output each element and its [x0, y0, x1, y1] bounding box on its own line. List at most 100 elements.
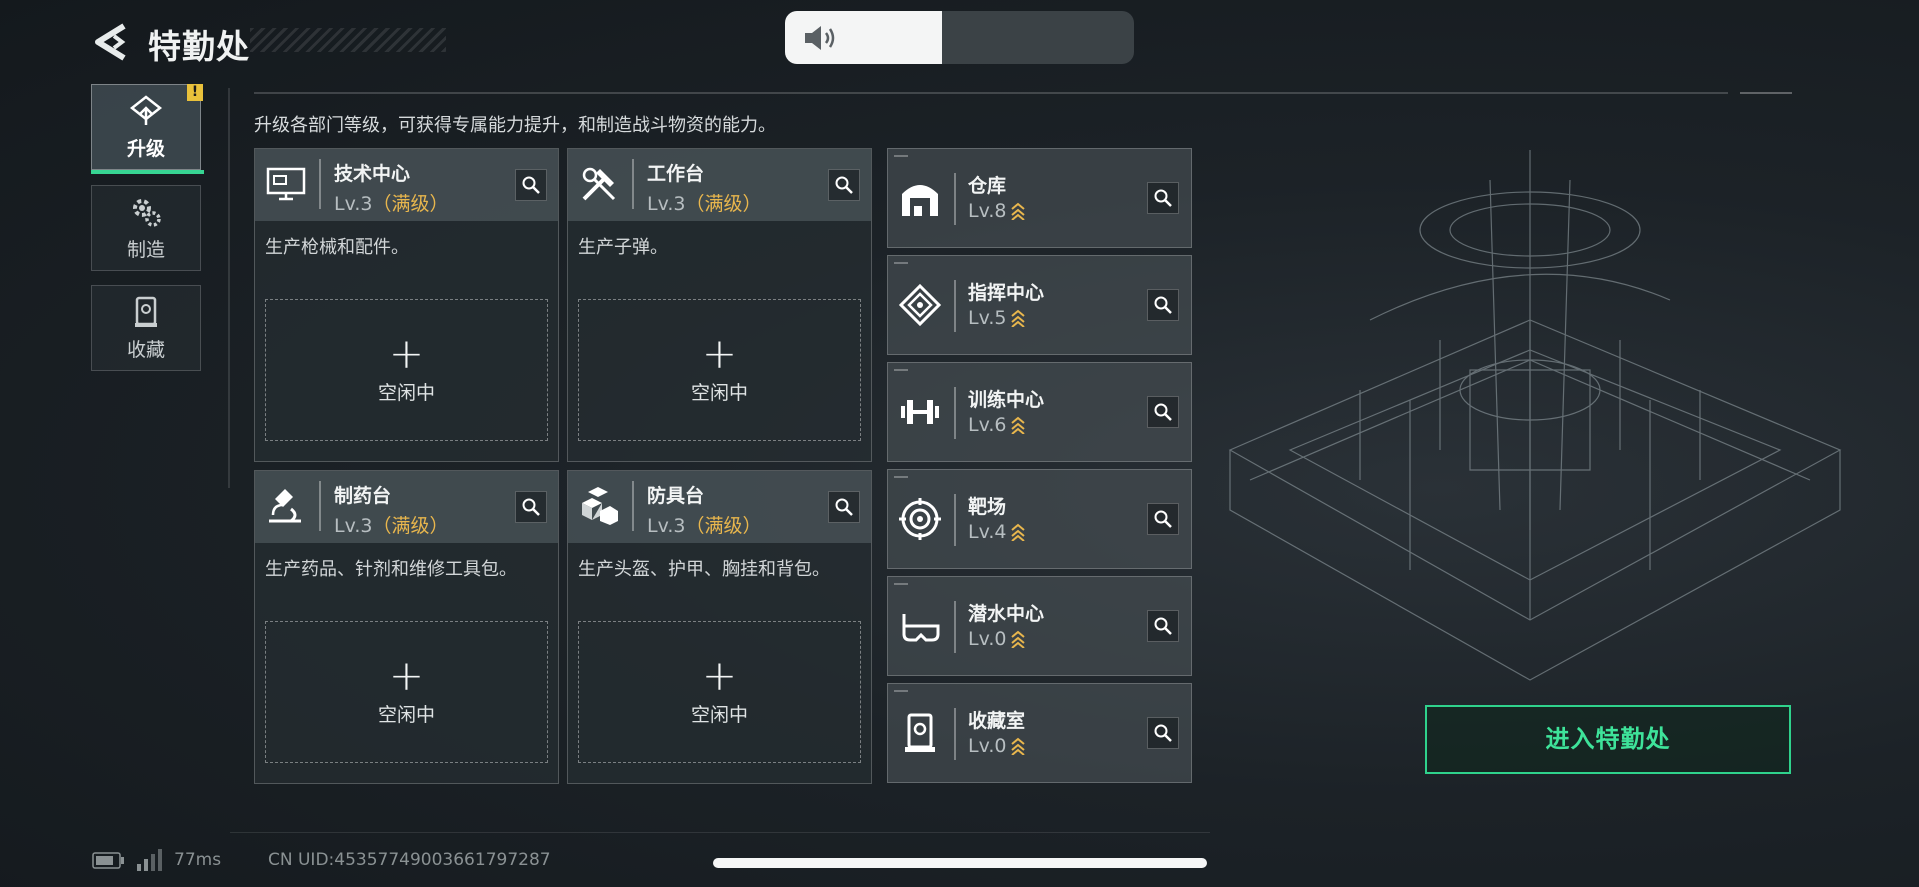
warehouse-icon: [902, 185, 938, 216]
workshop-level: Lv.3（满级）: [334, 193, 449, 215]
home-indicator[interactable]: [713, 858, 1207, 868]
inspect-button[interactable]: [1147, 503, 1179, 535]
production-slot[interactable]: + 空闲中: [265, 621, 548, 763]
slot-status: 空闲中: [690, 703, 748, 726]
alert-badge: !: [187, 84, 203, 101]
add-icon: +: [388, 650, 425, 700]
workshop-card-armor-bench[interactable]: 防具台 Lv.3（满级） 生产头盔、护甲、胸挂和背包。 + 空闲中: [567, 470, 872, 784]
workshop-description: 生产子弹。: [578, 237, 668, 258]
inspect-button[interactable]: [1147, 289, 1179, 321]
inspect-button[interactable]: [1147, 182, 1179, 214]
corner-mark: [894, 369, 908, 371]
inspect-button[interactable]: [828, 491, 860, 523]
armor-icon: [582, 487, 618, 525]
search-icon: [1154, 617, 1172, 635]
workshop-card-pharmacy[interactable]: 制药台 Lv.3（满级） 生产药品、针剂和维修工具包。 + 空闲中: [254, 470, 559, 784]
workshop-card-workbench[interactable]: 工作台 Lv.3（满级） 生产子弹。 + 空闲中: [567, 148, 872, 462]
workshop-level: Lv.3（满级）: [647, 515, 762, 537]
divider: [228, 88, 230, 488]
upgrade-available-icon: [1011, 737, 1026, 755]
gears-icon: [133, 198, 161, 227]
workshop-description: 生产枪械和配件。: [265, 237, 409, 258]
add-icon: +: [701, 328, 738, 378]
inspect-button[interactable]: [515, 491, 547, 523]
search-icon: [522, 176, 540, 194]
upgrade-available-icon: [1011, 630, 1026, 648]
max-level-tag: （满级）: [685, 193, 762, 215]
tab-label: 升级: [126, 137, 165, 160]
search-icon: [1154, 296, 1172, 314]
command-icon: [898, 283, 942, 327]
corner-mark: [894, 583, 908, 585]
tab-collection[interactable]: 收藏: [91, 285, 201, 371]
slot-status: 空闲中: [377, 703, 435, 726]
search-icon: [835, 498, 853, 516]
target-icon: [899, 498, 941, 540]
volume-slider[interactable]: [785, 11, 1134, 64]
tab-label: 收藏: [126, 338, 165, 361]
facility-warehouse[interactable]: 仓库 Lv.8: [887, 148, 1192, 248]
inspect-button[interactable]: [1147, 396, 1179, 428]
facility-name: 训练中心: [968, 389, 1045, 411]
workshop-name: 技术中心: [334, 163, 411, 185]
corner-mark: [894, 476, 908, 478]
back-arrow-icon[interactable]: [92, 22, 130, 62]
workshop-card-tech-center[interactable]: 技术中心 Lv.3（满级） 生产枪械和配件。 + 空闲中: [254, 148, 559, 462]
divider: [319, 159, 321, 209]
upgrade-available-icon: [1011, 523, 1026, 541]
card-header: 工作台 Lv.3（满级）: [568, 149, 871, 221]
search-icon: [1154, 189, 1172, 207]
divider: [954, 601, 956, 653]
inspect-button[interactable]: [1147, 717, 1179, 749]
dumbbell-icon: [901, 400, 939, 424]
facility-level: Lv.5: [968, 307, 1026, 329]
microscope-icon: [269, 489, 301, 523]
active-tab-indicator: [91, 170, 204, 174]
production-slot[interactable]: + 空闲中: [265, 299, 548, 441]
facility-level: Lv.6: [968, 414, 1026, 436]
collection-icon: [135, 296, 157, 327]
production-slot[interactable]: + 空闲中: [578, 299, 861, 441]
slot-status: 空闲中: [377, 381, 435, 404]
upgrade-available-icon: [1011, 416, 1026, 434]
signal-icon: [137, 849, 162, 871]
base-blueprint-illustration: [1228, 150, 1842, 681]
workshop-description: 生产头盔、护甲、胸挂和背包。: [578, 559, 830, 580]
facility-level: Lv.4: [968, 521, 1026, 543]
page-title: 特勤处: [148, 27, 250, 66]
facility-training-center[interactable]: 训练中心 Lv.6: [887, 362, 1192, 462]
tab-upgrade[interactable]: 升级: [91, 84, 201, 170]
battery-icon: [92, 852, 124, 869]
divider: [954, 387, 956, 439]
tab-craft[interactable]: 制造: [91, 185, 201, 271]
search-icon: [1154, 724, 1172, 742]
add-icon: +: [701, 650, 738, 700]
divider: [954, 494, 956, 546]
facility-collection-room[interactable]: 收藏室 Lv.0: [887, 683, 1192, 783]
upgrade-available-icon: [1011, 309, 1026, 327]
divider: [954, 280, 956, 332]
corner-mark: [894, 155, 908, 157]
corner-mark: [894, 690, 908, 692]
inspect-button[interactable]: [1147, 610, 1179, 642]
facility-name: 靶场: [968, 496, 1007, 518]
enter-special-ops-button[interactable]: 进入特勤处: [1425, 705, 1791, 774]
speaker-icon: [805, 26, 835, 50]
workshop-name: 制药台: [334, 485, 392, 507]
computer-icon: [266, 167, 306, 201]
inspect-button[interactable]: [515, 169, 547, 201]
network-latency: 77ms: [174, 850, 222, 870]
workshop-description: 生产药品、针剂和维修工具包。: [265, 559, 517, 580]
facility-command-center[interactable]: 指挥中心 Lv.5: [887, 255, 1192, 355]
inspect-button[interactable]: [828, 169, 860, 201]
production-slot[interactable]: + 空闲中: [578, 621, 861, 763]
user-uid: CN UID:4535774900366179728​7: [268, 850, 551, 870]
search-icon: [1154, 403, 1172, 421]
page-description: 升级各部门等级，可获得专属能力提升，和制造战斗物资的能力。: [254, 115, 776, 136]
search-icon: [1154, 510, 1172, 528]
facility-shooting-range[interactable]: 靶场 Lv.4: [887, 469, 1192, 569]
search-icon: [522, 498, 540, 516]
facility-diving-center[interactable]: 潜水中心 Lv.0: [887, 576, 1192, 676]
slot-status: 空闲中: [690, 381, 748, 404]
divider: [319, 481, 321, 531]
